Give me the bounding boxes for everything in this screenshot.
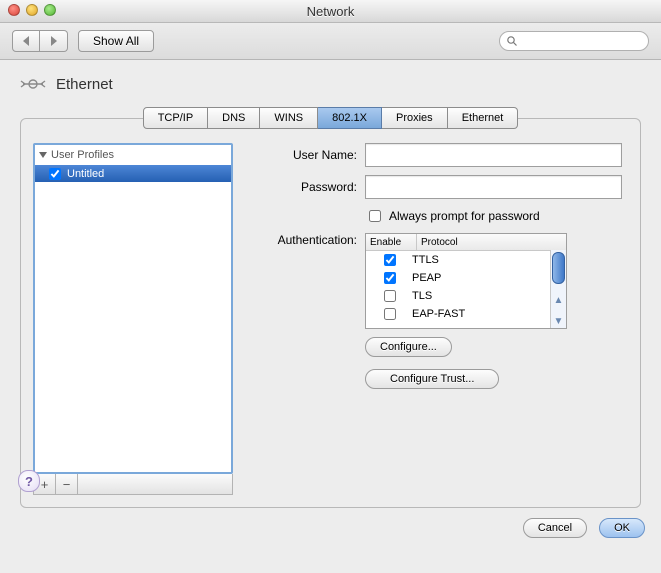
- protocol-enable-checkbox[interactable]: [384, 290, 396, 302]
- col-enable: Enable: [366, 234, 417, 250]
- disclosure-triangle-icon: [39, 152, 47, 158]
- scroll-thumb[interactable]: [552, 252, 565, 284]
- profile-enabled-checkbox[interactable]: [49, 168, 61, 180]
- minimize-window-button[interactable]: [26, 4, 38, 16]
- password-input[interactable]: [365, 175, 622, 199]
- protocol-enable-checkbox[interactable]: [384, 272, 396, 284]
- scroll-up-icon[interactable]: ▲: [554, 295, 564, 306]
- profiles-list[interactable]: User Profiles Untitled: [33, 143, 233, 474]
- ok-button[interactable]: OK: [599, 518, 645, 538]
- username-input[interactable]: [365, 143, 622, 167]
- forward-button[interactable]: [40, 30, 68, 52]
- close-window-button[interactable]: [8, 4, 20, 16]
- protocol-enable-checkbox[interactable]: [384, 254, 396, 266]
- authentication-label: Authentication:: [247, 233, 357, 247]
- protocol-row: EAP-FAST: [366, 305, 566, 323]
- back-button[interactable]: [12, 30, 40, 52]
- chevron-left-icon: [23, 36, 29, 46]
- cancel-button[interactable]: Cancel: [523, 518, 587, 538]
- username-label: User Name:: [247, 148, 357, 162]
- protocol-row: TLS: [366, 287, 566, 305]
- scrollbar[interactable]: ▲ ▼: [550, 250, 566, 328]
- zoom-window-button[interactable]: [44, 4, 56, 16]
- always-prompt-label: Always prompt for password: [389, 209, 540, 223]
- configure-trust-button[interactable]: Configure Trust...: [365, 369, 499, 389]
- show-all-button[interactable]: Show All: [78, 30, 154, 52]
- profiles-header[interactable]: User Profiles: [39, 149, 114, 161]
- tab-8021x[interactable]: 802.1X: [318, 107, 382, 129]
- always-prompt-checkbox[interactable]: [369, 210, 381, 222]
- profile-name: Untitled: [67, 168, 104, 180]
- profile-row[interactable]: Untitled: [35, 165, 231, 182]
- tab-dns[interactable]: DNS: [208, 107, 260, 129]
- col-protocol: Protocol: [417, 234, 566, 250]
- scroll-down-icon[interactable]: ▼: [554, 316, 564, 327]
- tab-tcpip[interactable]: TCP/IP: [143, 107, 208, 129]
- ethernet-icon: [18, 74, 48, 94]
- chevron-right-icon: [51, 36, 57, 46]
- remove-profile-button[interactable]: −: [56, 474, 78, 494]
- tab-proxies[interactable]: Proxies: [382, 107, 448, 129]
- password-label: Password:: [247, 180, 357, 194]
- tab-wins[interactable]: WINS: [260, 107, 318, 129]
- window-title: Network: [0, 4, 661, 19]
- search-input[interactable]: [499, 31, 649, 51]
- tab-ethernet[interactable]: Ethernet: [448, 107, 519, 129]
- pane-title: Ethernet: [56, 76, 113, 93]
- authentication-table[interactable]: Enable Protocol TTLS PEAP TLS EAP-FAST ▲…: [365, 233, 567, 329]
- help-button[interactable]: ?: [18, 470, 40, 492]
- protocol-row: TTLS: [366, 251, 566, 269]
- protocol-enable-checkbox[interactable]: [384, 308, 396, 320]
- protocol-row: PEAP: [366, 269, 566, 287]
- configure-protocol-button[interactable]: Configure...: [365, 337, 452, 357]
